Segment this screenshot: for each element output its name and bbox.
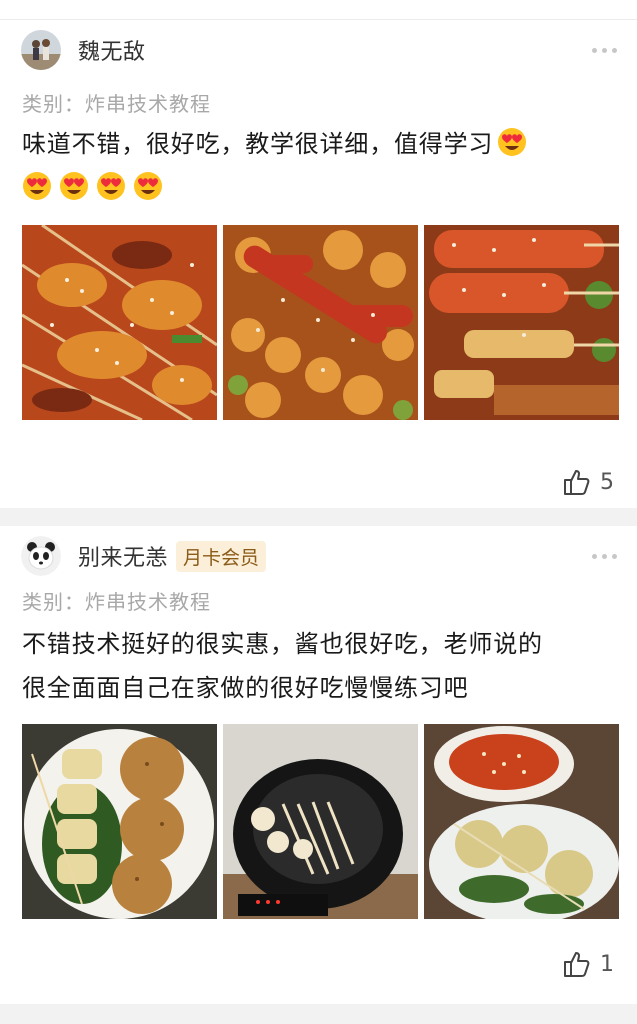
avatar[interactable] <box>21 536 61 576</box>
photo-thumbnail[interactable] <box>223 225 418 420</box>
heart-eyes-emoji <box>97 172 125 200</box>
photo-thumbnail[interactable] <box>424 225 619 420</box>
photo-thumbnail[interactable] <box>22 225 217 420</box>
post-text: 不错技术挺好的很实惠，酱也很好吃，老师说的 很全面面自己在家做的很好吃慢慢练习吧 <box>22 622 622 710</box>
like-count: 5 <box>600 469 614 495</box>
photo-thumbnail[interactable] <box>424 724 619 919</box>
card-divider <box>0 508 637 526</box>
post-card: 魏无敌 类别：炸串技术教程 味道不错，很好吃，教学很详细，值得学习 5 <box>0 20 637 508</box>
username[interactable]: 魏无敌 <box>78 34 146 66</box>
category-label: 类别：炸串技术教程 <box>22 590 211 614</box>
photo-grid <box>22 225 619 420</box>
avatar[interactable] <box>21 30 61 70</box>
photo-thumbnail[interactable] <box>22 724 217 919</box>
thumbs-up-icon <box>564 952 590 977</box>
post-text-line: 很全面面自己在家做的很好吃慢慢练习吧 <box>22 674 469 702</box>
username[interactable]: 别来无恙 <box>78 540 168 572</box>
post-header: 魏无敌 <box>21 30 617 70</box>
heart-eyes-emoji <box>60 172 88 200</box>
photo-grid <box>22 724 619 919</box>
like-count: 1 <box>600 951 614 977</box>
thumbs-up-icon <box>564 470 590 495</box>
post-card: 别来无恙 月卡会员 类别：炸串技术教程 不错技术挺好的很实惠，酱也很好吃，老师说… <box>0 526 637 1004</box>
more-dots-icon[interactable] <box>592 553 617 559</box>
photo-thumbnail[interactable] <box>223 724 418 919</box>
category-label: 类别：炸串技术教程 <box>22 92 211 116</box>
post-text-line: 不错技术挺好的很实惠，酱也很好吃，老师说的 <box>22 630 543 658</box>
post-text-content: 味道不错，很好吃，教学很详细，值得学习 <box>22 130 494 158</box>
heart-eyes-emoji <box>23 172 51 200</box>
post-text: 味道不错，很好吃，教学很详细，值得学习 <box>22 122 622 210</box>
heart-eyes-emoji <box>498 128 527 156</box>
post-header: 别来无恙 月卡会员 <box>21 536 617 576</box>
like-button[interactable]: 5 <box>562 467 614 497</box>
heart-eyes-emoji <box>134 172 162 200</box>
more-dots-icon[interactable] <box>592 47 617 53</box>
like-button[interactable]: 1 <box>562 949 614 979</box>
member-badge: 月卡会员 <box>176 540 267 572</box>
top-strip <box>0 0 637 20</box>
